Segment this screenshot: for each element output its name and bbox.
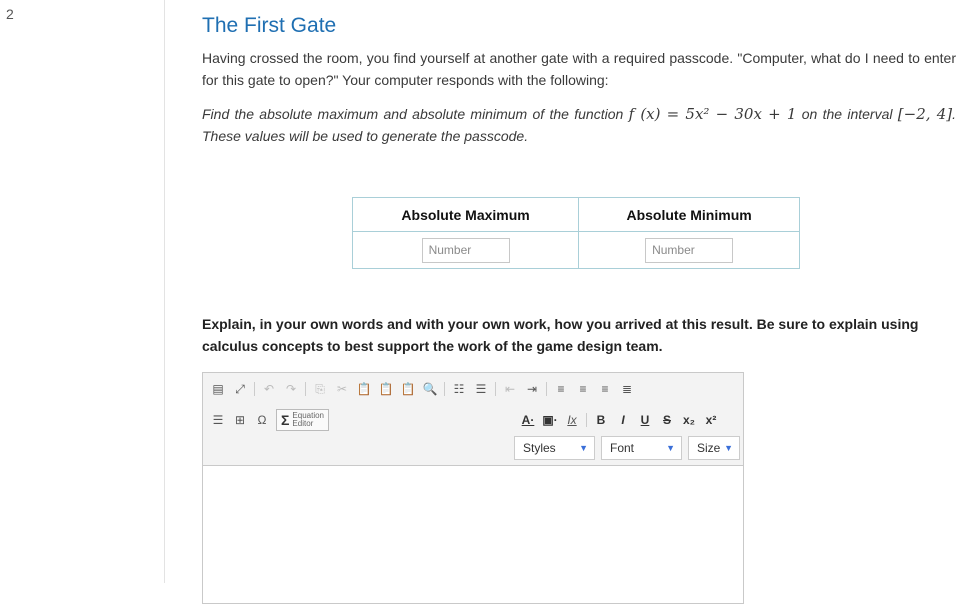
font-dropdown[interactable]: Font ▼ (601, 436, 682, 460)
sigma-icon: Σ (281, 412, 290, 428)
increase-indent-icon[interactable]: ⇥ (521, 379, 543, 399)
bold-icon[interactable]: B (590, 410, 612, 430)
styles-label: Styles (523, 441, 556, 455)
absolute-minimum-input[interactable] (645, 237, 734, 263)
header-absolute-maximum: Absolute Maximum (351, 197, 580, 232)
underline-icon[interactable]: U (634, 410, 656, 430)
answer-table: Absolute Maximum Absolute Minimum (351, 197, 800, 269)
editor-toolbar: ▤ ⤢ ↶ ↷ ⎘ ✂ 📋 📋 📋 🔍 ☷ ☰ ⇤ ⇥ ≡ ≡ ≡ ≣ ☰ ⊞ … (203, 373, 743, 466)
cut-icon[interactable]: ✂ (331, 379, 353, 399)
chevron-down-icon: ▼ (579, 443, 588, 453)
interval-expression: [−2, 4] (897, 105, 953, 123)
equation-editor-label-2: Editor (292, 419, 314, 428)
function-expression: f (x) = 5x² − 30x + 1 (628, 105, 797, 123)
chevron-down-icon: ▼ (724, 443, 733, 453)
subscript-icon[interactable]: x₂ (678, 410, 700, 430)
paste-word-icon[interactable]: 📋 (397, 379, 419, 399)
source-icon[interactable]: ▤ (207, 379, 229, 399)
toolbar-row-1: ▤ ⤢ ↶ ↷ ⎘ ✂ 📋 📋 📋 🔍 ☷ ☰ ⇤ ⇥ ≡ ≡ ≡ ≣ (207, 379, 638, 399)
toolbar-row-3: Styles ▼ Font ▼ Size ▼ (514, 436, 746, 460)
rich-text-editor: ▤ ⤢ ↶ ↷ ⎘ ✂ 📋 📋 📋 🔍 ☷ ☰ ⇤ ⇥ ≡ ≡ ≡ ≣ ☰ ⊞ … (202, 372, 744, 604)
size-label: Size (697, 441, 721, 455)
page-title: The First Gate (202, 14, 337, 37)
prompt-text-start: Find the absolute maximum and absolute m… (202, 106, 629, 122)
horizontal-line-icon[interactable]: ☰ (207, 410, 229, 430)
column-divider (164, 0, 165, 583)
cell-absolute-maximum (351, 231, 580, 269)
italic-icon[interactable]: I (612, 410, 634, 430)
size-dropdown[interactable]: Size ▼ (688, 436, 740, 460)
find-icon[interactable]: 🔍 (419, 379, 441, 399)
superscript-icon[interactable]: x² (700, 410, 722, 430)
strikethrough-icon[interactable]: S (656, 410, 678, 430)
font-label: Font (610, 441, 635, 455)
cell-absolute-minimum (578, 231, 800, 269)
background-color-icon[interactable]: ▣· (539, 410, 561, 430)
remove-format-icon[interactable]: Ix (561, 410, 583, 430)
align-right-icon[interactable]: ≡ (594, 379, 616, 399)
header-absolute-minimum: Absolute Minimum (578, 197, 800, 232)
absolute-maximum-input[interactable] (421, 237, 510, 263)
intro-paragraph: Having crossed the room, you find yourse… (202, 50, 956, 88)
problem-prompt: Find the absolute maximum and absolute m… (202, 103, 956, 147)
maximize-icon[interactable]: ⤢ (229, 379, 251, 399)
table-icon[interactable]: ⊞ (229, 410, 251, 430)
chevron-down-icon: ▼ (666, 443, 675, 453)
editor-text-area[interactable] (203, 466, 743, 603)
equation-editor-button[interactable]: Σ Equation Editor (276, 409, 329, 431)
prompt-text-middle: on the interval (796, 106, 898, 122)
redo-icon[interactable]: ↷ (280, 379, 302, 399)
toolbar-row-2: ☰ ⊞ Ω Σ Equation Editor A· ▣· Ix B I U S x… (207, 409, 722, 431)
paste-text-icon[interactable]: 📋 (375, 379, 397, 399)
explain-instructions: Explain, in your own words and with your… (202, 316, 919, 354)
special-character-icon[interactable]: Ω (251, 410, 273, 430)
align-center-icon[interactable]: ≡ (572, 379, 594, 399)
question-number: 2 (6, 6, 14, 22)
align-justify-icon[interactable]: ≣ (616, 379, 638, 399)
copy-icon[interactable]: ⎘ (309, 379, 331, 399)
numbered-list-icon[interactable]: ☷ (448, 379, 470, 399)
align-left-icon[interactable]: ≡ (550, 379, 572, 399)
undo-icon[interactable]: ↶ (258, 379, 280, 399)
text-color-icon[interactable]: A· (517, 410, 539, 430)
decrease-indent-icon[interactable]: ⇤ (499, 379, 521, 399)
styles-dropdown[interactable]: Styles ▼ (514, 436, 595, 460)
bulleted-list-icon[interactable]: ☰ (470, 379, 492, 399)
paste-icon[interactable]: 📋 (353, 379, 375, 399)
